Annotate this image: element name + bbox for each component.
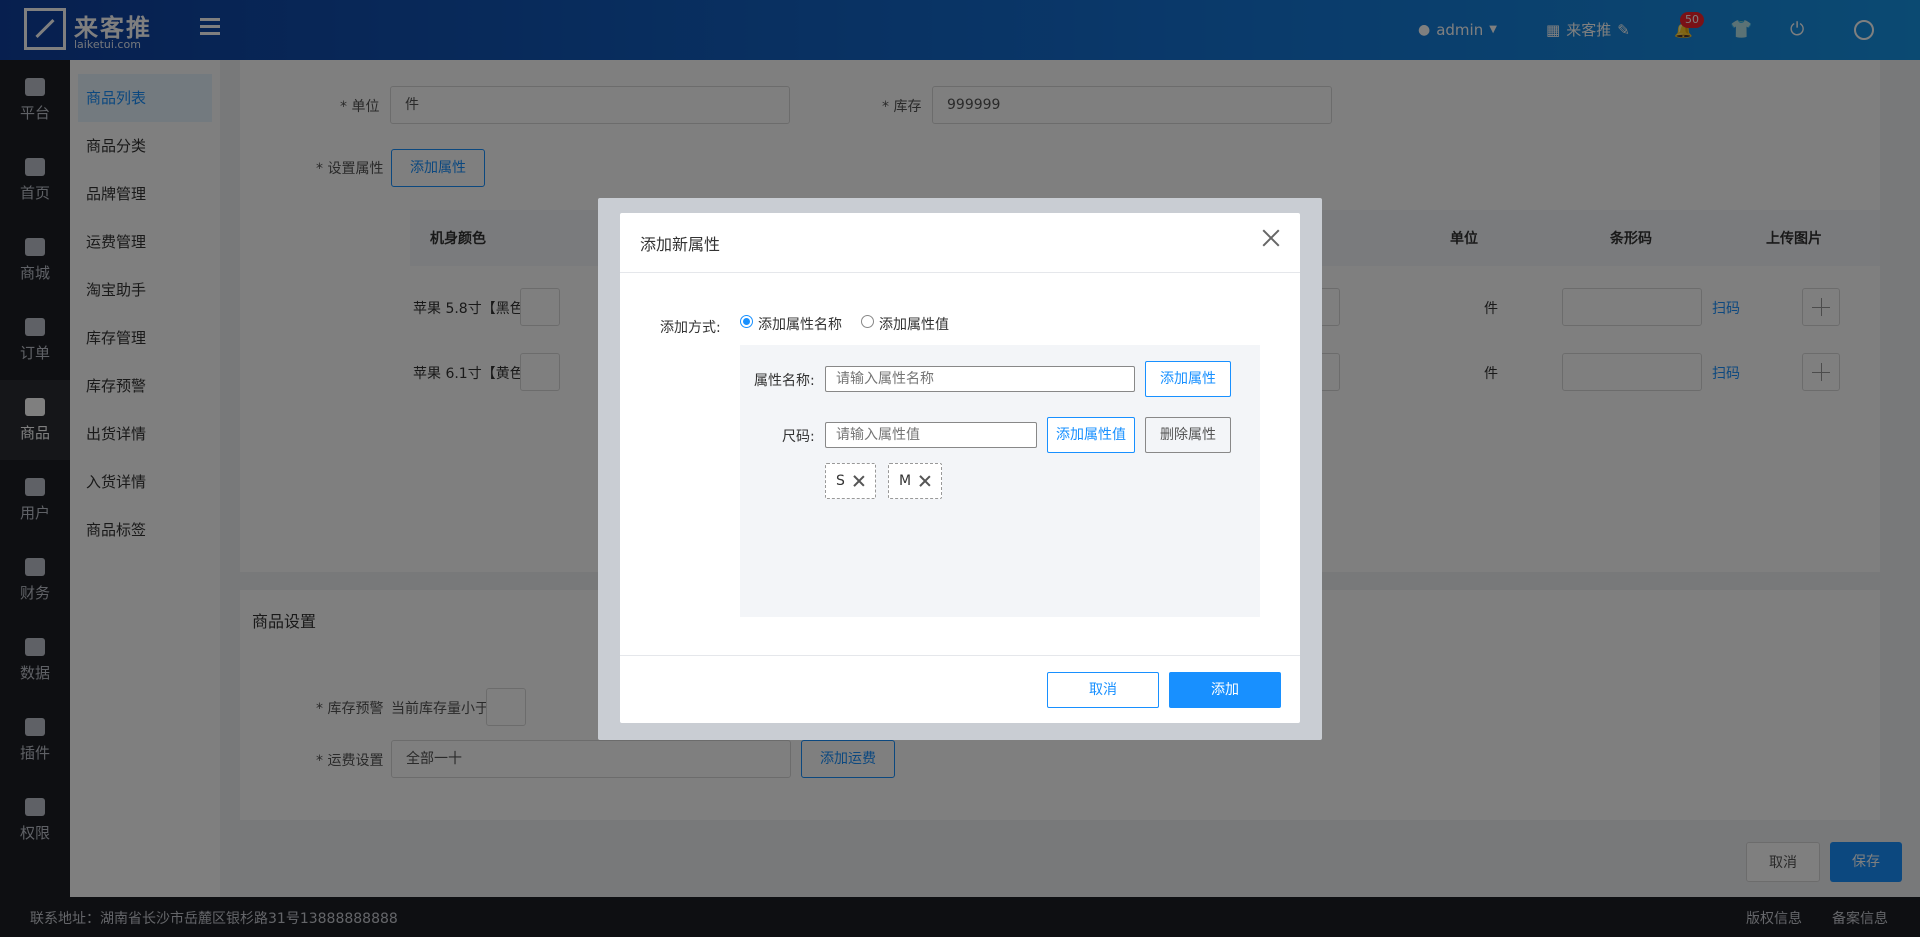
- tag-label: M: [899, 473, 912, 489]
- dialog-cancel-button[interactable]: 取消: [1047, 672, 1159, 708]
- size-label: 尺码:: [782, 429, 815, 445]
- delete-attr-button[interactable]: 删除属性: [1145, 417, 1231, 453]
- attr-name-input[interactable]: [825, 366, 1135, 392]
- value-tag: S: [825, 463, 876, 499]
- add-attribute-dialog: 添加新属性 添加方式: 添加属性名称 添加属性值 属性名称: 添加属性 尺码: …: [620, 213, 1300, 723]
- mode-value-radio[interactable]: [861, 315, 874, 328]
- dialog-footer-divider: [620, 655, 1300, 656]
- dialog-title: 添加新属性: [640, 235, 721, 254]
- dialog-header-divider: [620, 272, 1300, 273]
- mode-label: 添加方式:: [660, 320, 721, 336]
- dialog-confirm-button[interactable]: 添加: [1169, 672, 1281, 708]
- attribute-panel: 属性名称: 添加属性 尺码: 添加属性值 删除属性 S M: [740, 345, 1260, 617]
- size-value-input[interactable]: [825, 422, 1037, 448]
- dialog-add-attr-button[interactable]: 添加属性: [1145, 361, 1231, 397]
- attr-name-label: 属性名称:: [754, 373, 815, 389]
- add-value-button[interactable]: 添加属性值: [1047, 417, 1135, 453]
- tag-label: S: [836, 473, 845, 489]
- value-tag: M: [888, 463, 943, 499]
- close-icon[interactable]: [1257, 225, 1285, 253]
- remove-tag-icon[interactable]: [853, 475, 865, 487]
- mode-value-label[interactable]: 添加属性值: [879, 314, 949, 334]
- mode-name-radio[interactable]: [740, 315, 753, 328]
- mode-name-label[interactable]: 添加属性名称: [758, 314, 842, 334]
- remove-tag-icon[interactable]: [919, 475, 931, 487]
